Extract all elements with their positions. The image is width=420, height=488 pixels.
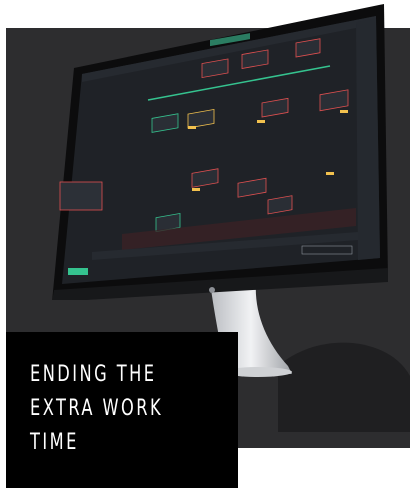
background-swoosh	[278, 342, 410, 432]
monitor	[52, 2, 394, 300]
caption-line-1: ENDING THE	[30, 362, 157, 387]
caption-line-2: EXTRA WORK	[30, 396, 164, 421]
monitor-screen	[52, 4, 388, 300]
caption-line-3: TIME	[30, 430, 79, 455]
